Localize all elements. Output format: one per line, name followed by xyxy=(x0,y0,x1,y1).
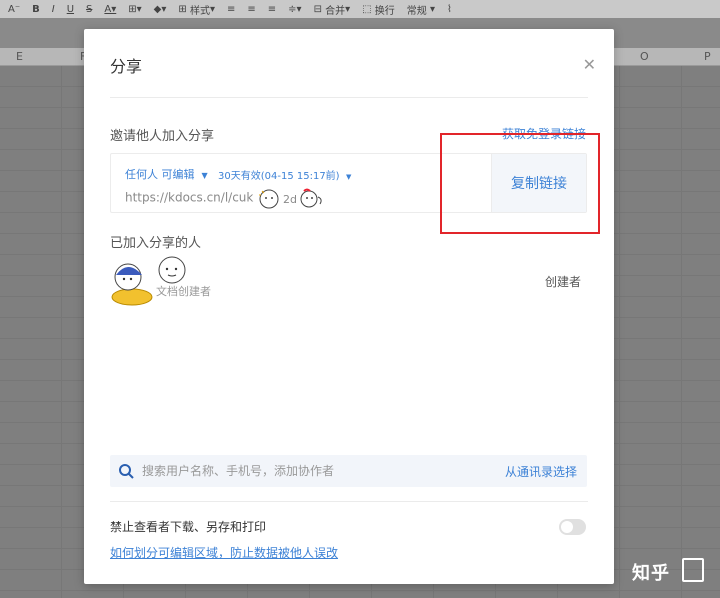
expiry-label: 30天有效(04-15 15:17前) xyxy=(218,171,340,182)
italic-icon[interactable]: I xyxy=(52,0,55,18)
caret-down-icon: ▼ xyxy=(201,171,208,180)
watermark: 知乎 xyxy=(632,563,670,584)
formatting-toolbar: A⁻ B I U S A▾ ⊞▾ ◆▾ ⊞ 样式 ▾ ≡ ≡ ≡ ≑▾ ⊟ 合并 ▾… xyxy=(0,0,720,18)
login-free-link[interactable]: 获取免登录链接 xyxy=(502,125,586,142)
sticker-icon: 2d xyxy=(259,188,322,209)
caret-down-icon: ▼ xyxy=(345,173,352,181)
help-link[interactable]: 如何划分可编辑区域，防止数据被他人误改 xyxy=(110,544,338,561)
forbid-download-label: 禁止查看者下载、另存和打印 xyxy=(110,520,267,534)
share-url-tail: 2d xyxy=(283,193,297,206)
number-format-select[interactable]: 常规 ▾ xyxy=(407,0,435,18)
strikethrough-icon[interactable]: S xyxy=(86,0,92,18)
joined-label: 已加入分享的人 xyxy=(110,236,202,251)
underline-icon[interactable]: U xyxy=(67,0,74,18)
style-label: 样式 xyxy=(189,5,210,17)
column-header[interactable]: P xyxy=(704,50,711,63)
member-subtitle: 文档创建者 xyxy=(156,285,211,298)
font-size-icon[interactable]: A⁻ xyxy=(8,0,20,18)
font-color-icon[interactable]: A▾ xyxy=(104,0,116,18)
close-icon[interactable]: ✕ xyxy=(583,55,596,74)
format-label: 常规 xyxy=(406,5,427,17)
permission-label: 任何人 可编辑 xyxy=(125,168,195,181)
contacts-link[interactable]: 从通讯录选择 xyxy=(505,463,577,480)
divider xyxy=(110,501,588,502)
divider xyxy=(110,97,588,98)
search-icon xyxy=(119,464,134,479)
merge-label: 合并 xyxy=(325,5,346,17)
column-header[interactable]: E xyxy=(16,50,23,63)
wrap-button[interactable]: ⬚ 换行 xyxy=(362,0,395,18)
share-link-box: 任何人 可编辑 ▼ 30天有效(04-15 15:17前) ▼ https://… xyxy=(110,153,587,213)
avatar xyxy=(111,263,153,306)
invite-label: 邀请他人加入分享 xyxy=(110,129,215,144)
expiry-dropdown[interactable]: 30天有效(04-15 15:17前) ▼ xyxy=(218,167,351,182)
fill-color-icon[interactable]: ◆▾ xyxy=(154,0,167,18)
wrap-label: 换行 xyxy=(374,5,395,17)
member-role: 创建者 xyxy=(544,275,581,289)
sticker-icon xyxy=(158,256,186,284)
collaborator-search-bar: 从通讯录选择 xyxy=(110,455,587,487)
toggle-knob xyxy=(561,521,573,533)
member-row: 文档创建者 创建者 xyxy=(108,256,588,309)
dialog-title: 分享 xyxy=(110,57,143,76)
forbid-download-toggle[interactable] xyxy=(559,519,586,535)
share-url-text: https://kdocs.cn/l/cuk xyxy=(125,190,254,205)
vertical-align-icon[interactable]: ≑▾ xyxy=(288,0,301,18)
share-dialog: 分享 ✕ 邀请他人加入分享 获取免登录链接 任何人 可编辑 ▼ 30天有效(04… xyxy=(84,29,614,584)
column-header[interactable]: O xyxy=(640,50,649,63)
merge-button[interactable]: ⊟ 合并 ▾ xyxy=(314,0,351,18)
align-left-icon[interactable]: ≡ xyxy=(227,0,235,18)
style-button[interactable]: ⊞ 样式 ▾ xyxy=(178,0,215,18)
watermark-logo-icon xyxy=(682,558,704,582)
bold-icon[interactable]: B xyxy=(32,0,40,18)
share-url: https://kdocs.cn/l/cuk 2d xyxy=(125,187,327,209)
border-icon[interactable]: ⊞▾ xyxy=(128,0,141,18)
align-right-icon[interactable]: ≡ xyxy=(268,0,276,18)
search-input[interactable] xyxy=(142,464,505,478)
percent-icon[interactable]: ⌇ xyxy=(447,0,452,18)
align-center-icon[interactable]: ≡ xyxy=(247,0,255,18)
permission-dropdown[interactable]: 任何人 可编辑 ▼ xyxy=(125,166,208,182)
copy-link-button[interactable]: 复制链接 xyxy=(491,154,586,212)
